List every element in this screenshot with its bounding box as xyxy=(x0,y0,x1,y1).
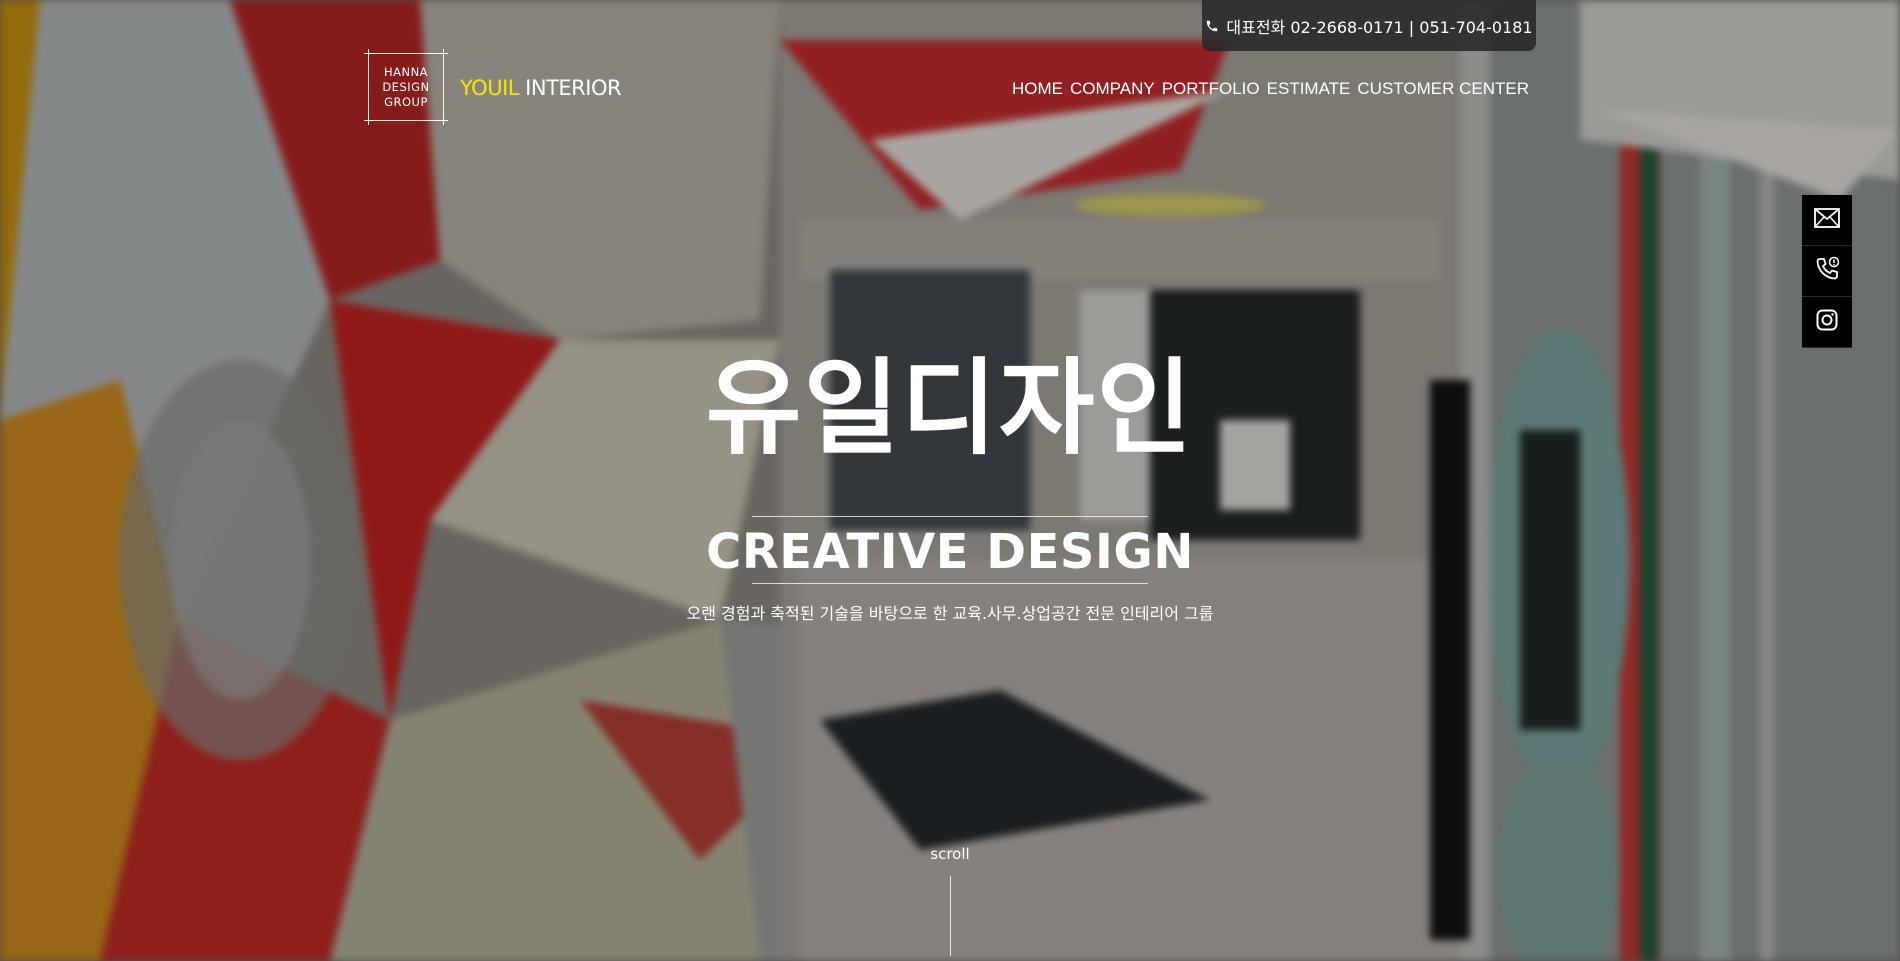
brand-highlight: YOUIL xyxy=(460,76,519,100)
nav-home[interactable]: HOME xyxy=(1012,79,1063,99)
mail-icon xyxy=(1814,208,1840,232)
main-nav: HOME COMPANY PORTFOLIO ESTIMATE CUSTOMER… xyxy=(1012,79,1529,99)
subtitle-divider-top xyxy=(752,516,1148,517)
nav-company[interactable]: COMPANY xyxy=(1070,79,1155,99)
logo-corner-mark xyxy=(439,49,448,58)
hero-tagline: 오랜 경험과 축적된 기술을 바탕으로 한 교육.사무.상업공간 전문 인테리어… xyxy=(686,604,1214,623)
brand-name[interactable]: YOUIL INTERIOR xyxy=(460,76,622,100)
hero-overlay xyxy=(0,0,1900,961)
logo-line-3: GROUP xyxy=(384,94,428,109)
phone-text: 대표전화 02-2668-0171 | 051-704-0181 xyxy=(1226,17,1533,37)
instagram-icon xyxy=(1816,309,1838,335)
hero-subtitle: CREATIVE DESIGN xyxy=(706,524,1194,580)
phone-call-icon xyxy=(1813,255,1841,287)
call-button[interactable] xyxy=(1802,246,1852,297)
nav-estimate[interactable]: ESTIMATE xyxy=(1267,79,1351,99)
logo-corner-mark xyxy=(364,49,373,58)
phone-icon xyxy=(1205,19,1219,33)
quick-contact-bar xyxy=(1802,195,1852,348)
hero-title: 유일디자인 xyxy=(705,347,1195,469)
logo-line-1: HANNA xyxy=(383,64,429,79)
brand-rest: INTERIOR xyxy=(525,76,622,100)
logo-corner-mark xyxy=(364,116,373,125)
nav-customer-center[interactable]: CUSTOMER CENTER xyxy=(1357,79,1529,99)
logo-line-2: DESIGN xyxy=(382,79,430,94)
scroll-label[interactable]: scroll xyxy=(0,845,1900,863)
instagram-button[interactable] xyxy=(1802,297,1852,348)
logo-corner-mark xyxy=(439,116,448,125)
scroll-indicator-line xyxy=(950,876,951,956)
nav-portfolio[interactable]: PORTFOLIO xyxy=(1162,79,1260,99)
logo-mark[interactable]: HANNA DESIGN GROUP xyxy=(364,49,448,125)
mail-button[interactable] xyxy=(1802,195,1852,246)
subtitle-divider-bottom xyxy=(752,583,1148,584)
phone-banner: 대표전화 02-2668-0171 | 051-704-0181 xyxy=(1202,0,1536,51)
